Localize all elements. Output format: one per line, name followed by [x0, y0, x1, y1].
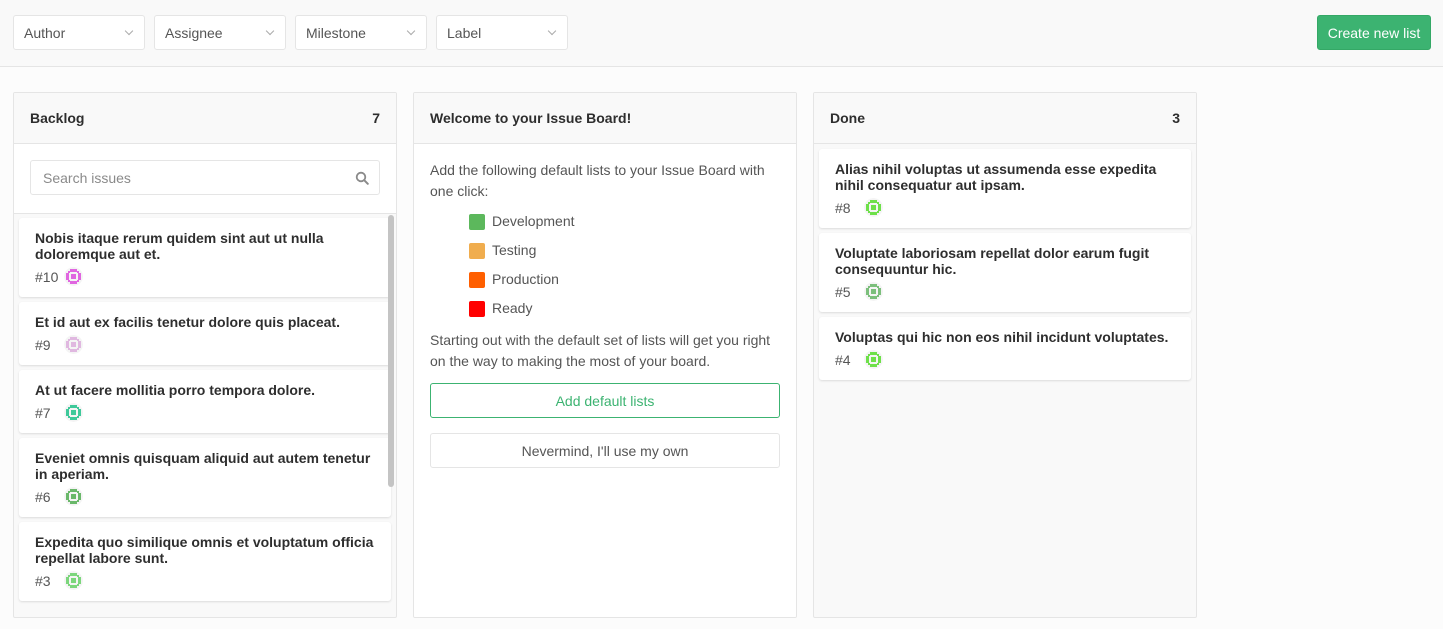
- issue-title[interactable]: Alias nihil voluptas ut assumenda esse e…: [835, 161, 1175, 193]
- board-backlog: Backlog 7 Nobis itaque rerum quidem sint…: [13, 92, 397, 618]
- default-list-item: Ready: [469, 294, 780, 323]
- issue-meta: #8: [835, 198, 1175, 217]
- issue-card[interactable]: Nobis itaque rerum quidem sint aut ut nu…: [19, 218, 391, 297]
- welcome-intro: Add the following default lists to your …: [430, 162, 765, 199]
- issue-title[interactable]: Eveniet omnis quisquam aliquid aut autem…: [35, 450, 375, 482]
- issue-title[interactable]: Et id aut ex facilis tenetur dolore quis…: [35, 314, 375, 330]
- label-dropdown[interactable]: Label: [436, 15, 568, 50]
- milestone-dropdown[interactable]: Milestone: [295, 15, 427, 50]
- issue-number: #9: [35, 336, 51, 353]
- filter-bar: Author Assignee Milestone Label Create n…: [0, 0, 1443, 67]
- board-welcome: Welcome to your Issue Board! Add the fol…: [413, 92, 797, 618]
- scrollbar[interactable]: [388, 215, 394, 487]
- avatar-identicon: [864, 282, 883, 301]
- issue-card[interactable]: Et id aut ex facilis tenetur dolore quis…: [19, 302, 391, 365]
- issue-meta: #3: [35, 571, 375, 590]
- issue-meta: #7: [35, 403, 375, 422]
- welcome-outro: Starting out with the default set of lis…: [430, 332, 771, 369]
- default-list-label: Development: [492, 213, 575, 229]
- issue-number: #4: [835, 351, 851, 368]
- issue-number: #8: [835, 199, 851, 216]
- avatar-identicon: [864, 350, 883, 369]
- label-dropdown-label: Label: [447, 24, 482, 41]
- avatar-identicon: [64, 267, 83, 286]
- default-list-label: Testing: [492, 242, 537, 258]
- add-default-lists-button[interactable]: Add default lists: [430, 383, 780, 418]
- label-color-swatch: [469, 300, 485, 317]
- chevron-down-icon: [266, 28, 275, 37]
- backlog-issue-list: Nobis itaque rerum quidem sint aut ut nu…: [14, 214, 396, 601]
- search-issues-input[interactable]: [41, 168, 355, 187]
- default-list-item: Testing: [469, 236, 780, 265]
- milestone-dropdown-label: Milestone: [306, 24, 366, 41]
- issue-meta: #4: [835, 350, 1175, 369]
- search-box: [30, 160, 380, 195]
- issue-card[interactable]: Voluptas qui hic non eos nihil incidunt …: [819, 317, 1191, 380]
- issue-title[interactable]: At ut facere mollitia porro tempora dolo…: [35, 382, 375, 398]
- issue-meta: #5: [835, 282, 1175, 301]
- search-container: [14, 144, 396, 214]
- avatar-identicon: [64, 335, 83, 354]
- chevron-down-icon: [548, 28, 557, 37]
- label-color-swatch: [469, 242, 485, 259]
- search-icon: [355, 171, 369, 185]
- default-list-item: Development: [469, 207, 780, 236]
- issue-meta: #9: [35, 335, 375, 354]
- issue-number: #10: [35, 268, 59, 285]
- assignee-dropdown-label: Assignee: [165, 24, 223, 41]
- issue-meta: #10: [35, 267, 375, 286]
- board-title: Welcome to your Issue Board!: [430, 110, 632, 126]
- board-title: Backlog: [30, 110, 85, 126]
- default-list-label: Production: [492, 271, 559, 287]
- chevron-down-icon: [407, 28, 416, 37]
- author-dropdown-label: Author: [24, 24, 66, 41]
- create-new-list-button[interactable]: Create new list: [1317, 15, 1431, 50]
- issue-count: 3: [1172, 110, 1180, 126]
- label-color-swatch: [469, 271, 485, 288]
- board-done: Done 3 Alias nihil voluptas ut assumenda…: [813, 92, 1197, 618]
- board-header: Done 3: [814, 93, 1196, 144]
- issue-number: #5: [835, 283, 851, 300]
- issue-title[interactable]: Voluptate laboriosam repellat dolor earu…: [835, 245, 1175, 277]
- default-list-label: Ready: [492, 300, 533, 316]
- done-issue-list: Alias nihil voluptas ut assumenda esse e…: [814, 144, 1196, 380]
- issue-card[interactable]: Voluptate laboriosam repellat dolor earu…: [819, 233, 1191, 312]
- issue-title[interactable]: Expedita quo similique omnis et voluptat…: [35, 534, 375, 566]
- board-title: Done: [830, 110, 865, 126]
- welcome-body: Add the following default lists to your …: [414, 144, 796, 617]
- default-lists: Development Testing Production Ready: [430, 207, 780, 323]
- issue-card[interactable]: Alias nihil voluptas ut assumenda esse e…: [819, 149, 1191, 228]
- issue-card[interactable]: Expedita quo similique omnis et voluptat…: [19, 522, 391, 601]
- author-dropdown[interactable]: Author: [13, 15, 145, 50]
- label-color-swatch: [469, 213, 485, 230]
- issue-title[interactable]: Nobis itaque rerum quidem sint aut ut nu…: [35, 230, 375, 262]
- assignee-dropdown[interactable]: Assignee: [154, 15, 286, 50]
- issue-number: #6: [35, 488, 51, 505]
- avatar-identicon: [64, 571, 83, 590]
- issue-meta: #6: [35, 487, 375, 506]
- issue-card[interactable]: At ut facere mollitia porro tempora dolo…: [19, 370, 391, 433]
- nevermind-button[interactable]: Nevermind, I'll use my own: [430, 433, 780, 468]
- default-list-item: Production: [469, 265, 780, 294]
- board-header: Welcome to your Issue Board!: [414, 93, 796, 144]
- issue-number: #3: [35, 572, 51, 589]
- board-header: Backlog 7: [14, 93, 396, 144]
- issue-count: 7: [372, 110, 380, 126]
- avatar-identicon: [864, 198, 883, 217]
- avatar-identicon: [64, 403, 83, 422]
- avatar-identicon: [64, 487, 83, 506]
- chevron-down-icon: [125, 28, 134, 37]
- issue-number: #7: [35, 404, 51, 421]
- issue-title[interactable]: Voluptas qui hic non eos nihil incidunt …: [835, 329, 1175, 345]
- issue-card[interactable]: Eveniet omnis quisquam aliquid aut autem…: [19, 438, 391, 517]
